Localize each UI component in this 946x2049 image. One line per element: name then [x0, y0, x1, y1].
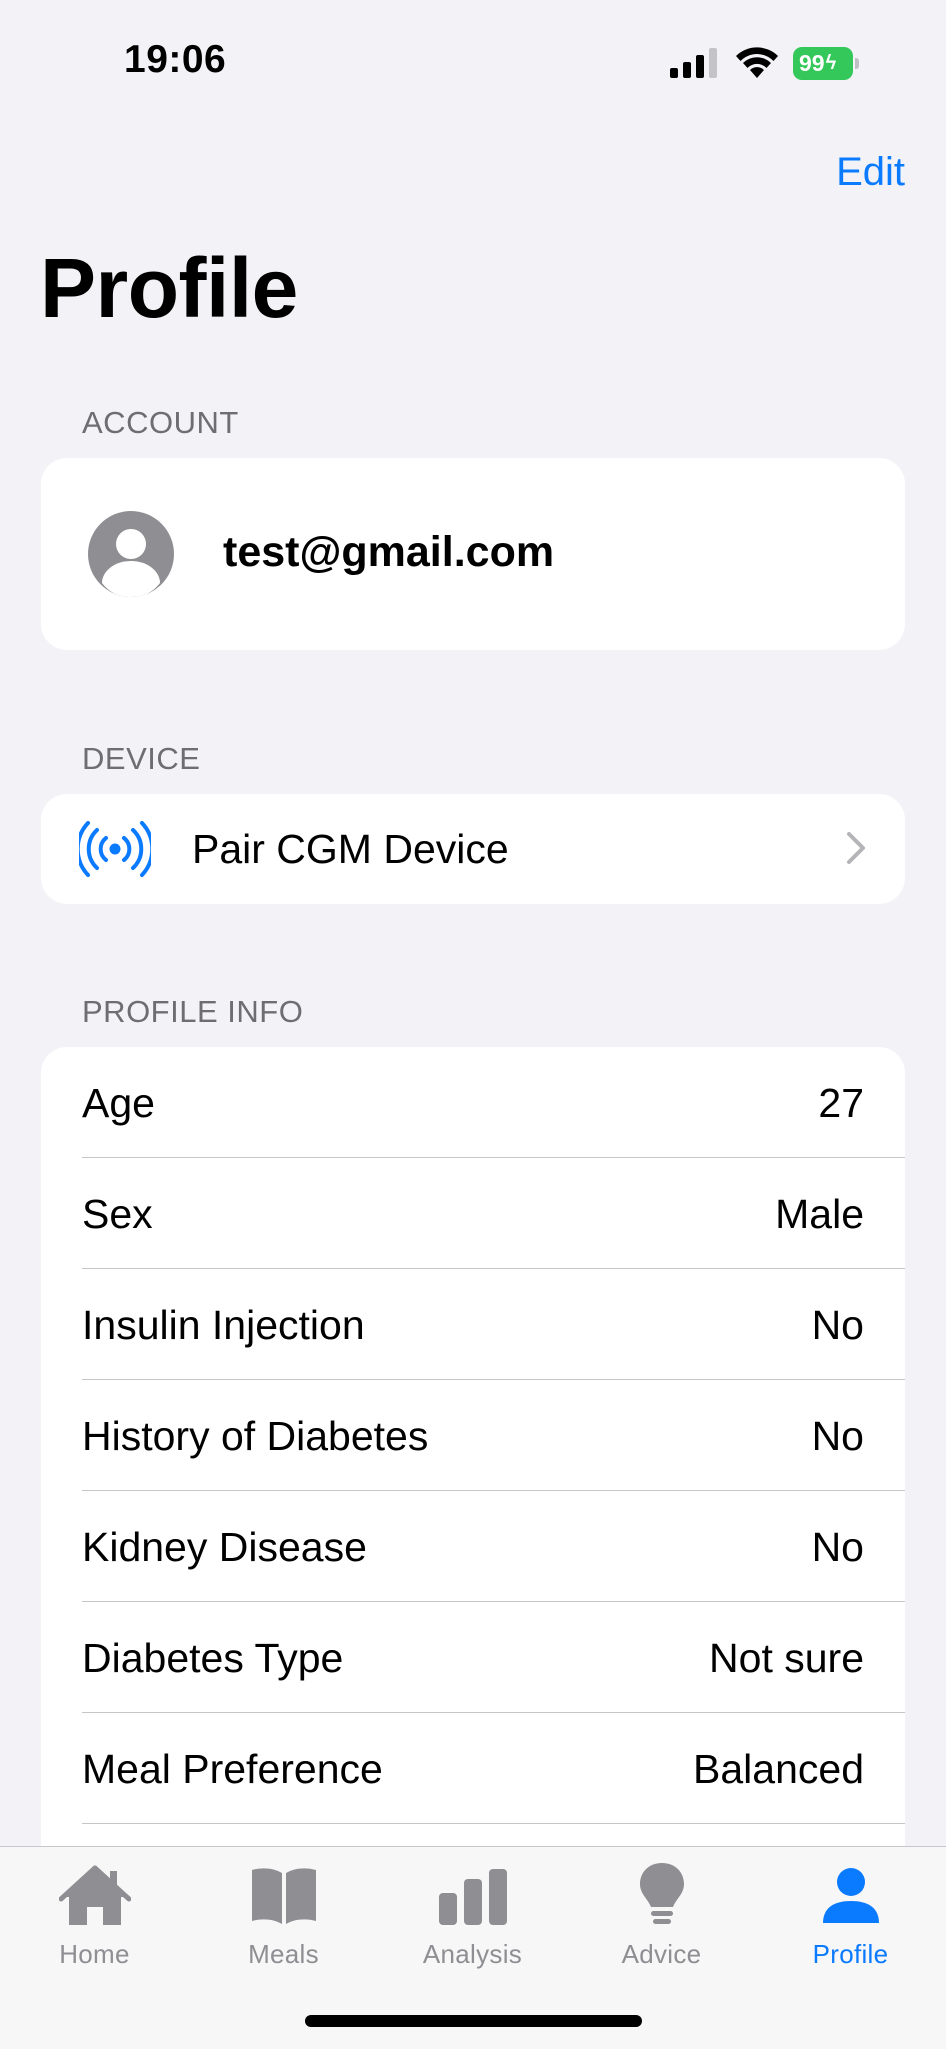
info-row-diabetes-type[interactable]: Diabetes Type Not sure	[41, 1602, 905, 1713]
pair-cgm-device-row[interactable]: Pair CGM Device	[41, 794, 905, 904]
pair-cgm-device-label: Pair CGM Device	[192, 826, 509, 872]
section-header-account: ACCOUNT	[82, 405, 239, 440]
chart-bar-icon	[438, 1869, 507, 1925]
info-label: History of Diabetes	[82, 1413, 429, 1459]
info-value: Male	[775, 1191, 864, 1237]
info-row-age[interactable]: Age 27	[41, 1047, 905, 1158]
page-title: Profile	[40, 241, 298, 335]
section-header-profile-info: PROFILE INFO	[82, 994, 304, 1029]
info-label: Age	[82, 1080, 155, 1126]
info-label: Meal Preference	[82, 1746, 383, 1792]
info-label: Diabetes Type	[82, 1635, 344, 1681]
tab-label: Advice	[621, 1939, 702, 1969]
wifi-icon	[736, 47, 778, 78]
row-divider	[82, 1822, 905, 1824]
info-row-history-of-diabetes[interactable]: History of Diabetes No	[41, 1380, 905, 1491]
home-indicator[interactable]	[305, 2015, 642, 2027]
info-value: No	[811, 1524, 864, 1570]
info-row-sex[interactable]: Sex Male	[41, 1158, 905, 1269]
tab-meals[interactable]: Meals	[189, 1847, 378, 1977]
info-row-insulin-injection[interactable]: Insulin Injection No	[41, 1269, 905, 1380]
lightbulb-icon	[639, 1863, 684, 1924]
avatar-icon	[88, 511, 174, 597]
account-card[interactable]: test@gmail.com	[41, 458, 905, 650]
tab-label: Meals	[248, 1939, 319, 1969]
tab-label: Home	[59, 1939, 130, 1969]
info-label: Kidney Disease	[82, 1524, 367, 1570]
edit-button[interactable]: Edit	[836, 150, 905, 195]
info-value: Not sure	[709, 1635, 864, 1681]
tab-advice[interactable]: Advice	[567, 1847, 756, 1977]
section-header-device: DEVICE	[82, 741, 201, 776]
info-label: Insulin Injection	[82, 1302, 365, 1348]
tab-label: Analysis	[422, 1939, 523, 1969]
info-row-kidney-disease[interactable]: Kidney Disease No	[41, 1491, 905, 1602]
info-value: No	[811, 1302, 864, 1348]
tab-analysis[interactable]: Analysis	[378, 1847, 567, 1977]
status-time: 19:06	[124, 38, 227, 81]
tab-profile[interactable]: Profile	[756, 1847, 945, 1977]
battery-icon: 99 ϟ	[793, 47, 859, 80]
book-icon	[251, 1868, 316, 1924]
antenna-broadcast-icon	[79, 821, 151, 877]
profile-info-card: Age 27 Sex Male Insulin Injection No His…	[41, 1047, 905, 1967]
info-value: 27	[818, 1080, 864, 1126]
tab-label: Profile	[812, 1939, 889, 1969]
account-email: test@gmail.com	[223, 528, 555, 576]
info-value: No	[811, 1413, 864, 1459]
info-label: Sex	[82, 1191, 153, 1237]
chevron-right-icon	[847, 832, 865, 864]
info-row-meal-preference[interactable]: Meal Preference Balanced	[41, 1713, 905, 1824]
battery-level: 99	[799, 50, 825, 76]
person-icon	[822, 1868, 879, 1923]
tab-home[interactable]: Home	[0, 1847, 189, 1977]
house-icon	[58, 1865, 131, 1925]
info-value: Balanced	[693, 1746, 864, 1792]
cellular-signal-icon	[670, 48, 717, 78]
